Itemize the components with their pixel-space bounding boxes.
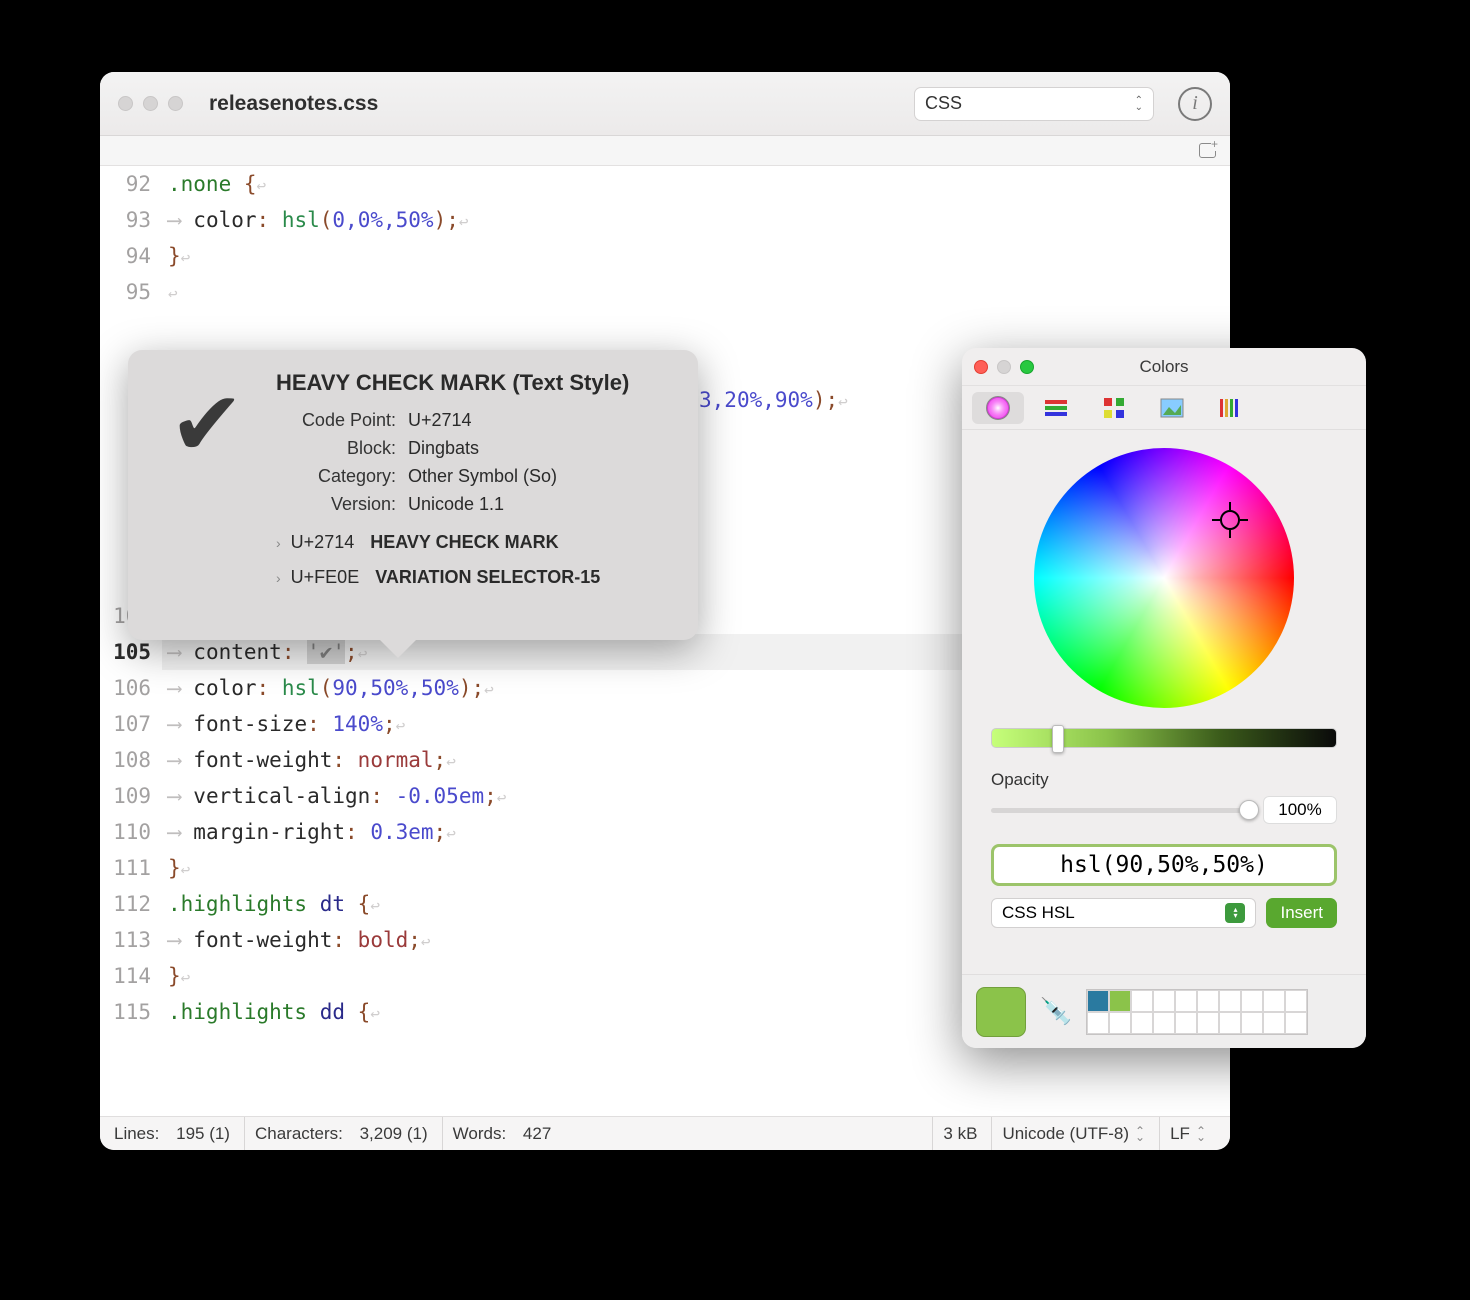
traffic-lights (118, 96, 183, 111)
character-info-popover: ✔ HEAVY CHECK MARK (Text Style) Code Poi… (128, 350, 698, 640)
opacity-thumb[interactable] (1239, 800, 1259, 820)
swatch-empty[interactable] (1285, 1012, 1307, 1034)
swatch-empty[interactable] (1219, 990, 1241, 1012)
color-value-field[interactable]: hsl(90,50%,50%) (991, 844, 1337, 886)
swatch-empty[interactable] (1263, 1012, 1285, 1034)
encoding-select[interactable]: Unicode (UTF-8) ⌃⌄ (991, 1117, 1155, 1150)
close-icon[interactable] (118, 96, 133, 111)
status-lines: Lines: 195 (1) (114, 1117, 240, 1150)
chevron-up-down-icon: ⌃⌄ (1196, 1128, 1206, 1140)
tab-palettes[interactable] (1088, 392, 1140, 424)
swatch-saved-2[interactable] (1109, 990, 1131, 1012)
chevron-up-down-icon: ⌃⌄ (1135, 97, 1143, 111)
tab-pencils[interactable] (1204, 392, 1256, 424)
zoom-icon[interactable] (168, 96, 183, 111)
swatch-empty[interactable] (1131, 990, 1153, 1012)
chevron-right-icon: › (276, 535, 281, 551)
current-color-swatch[interactable] (976, 987, 1026, 1037)
component-char-1[interactable]: › U+2714 HEAVY CHECK MARK (276, 532, 674, 553)
tab-color-wheel[interactable] (972, 392, 1024, 424)
document-title: releasenotes.css (209, 92, 904, 116)
info-button[interactable]: i (1178, 87, 1212, 121)
swatch-empty[interactable] (1087, 1012, 1109, 1034)
insert-button[interactable]: Insert (1266, 898, 1337, 928)
color-wheel[interactable] (1034, 448, 1294, 708)
language-select[interactable]: CSS ⌃⌄ (914, 87, 1154, 121)
color-wheel-cursor[interactable] (1220, 510, 1240, 530)
tab-sliders[interactable] (1030, 392, 1082, 424)
opacity-label: Opacity (991, 770, 1337, 790)
language-select-value: CSS (925, 93, 962, 114)
panel-title: Colors (962, 357, 1366, 377)
swatch-empty[interactable] (1285, 990, 1307, 1012)
swatch-grid (1086, 989, 1308, 1035)
swatch-empty[interactable] (1153, 990, 1175, 1012)
swatch-empty[interactable] (1263, 990, 1285, 1012)
opacity-slider[interactable] (991, 808, 1253, 813)
statusbar: Lines: 195 (1) Characters: 3,209 (1) Wor… (100, 1116, 1230, 1150)
line-number-gutter: 92939495 104105106107 108109110111 11211… (100, 166, 162, 1116)
picker-mode-tabs (962, 386, 1366, 430)
brightness-slider[interactable] (991, 728, 1337, 748)
swatch-empty[interactable] (1197, 1012, 1219, 1034)
tab-bar (100, 136, 1230, 166)
swatch-empty[interactable] (1219, 1012, 1241, 1034)
chevron-up-down-icon: ⌃⌄ (1135, 1128, 1145, 1140)
eyedropper-icon[interactable]: 💉 (1040, 996, 1072, 1027)
image-icon (1159, 395, 1185, 421)
status-characters: Characters: 3,209 (1) (244, 1117, 438, 1150)
swatch-empty[interactable] (1153, 1012, 1175, 1034)
status-filesize: 3 kB (932, 1117, 987, 1150)
chevron-right-icon: › (276, 570, 281, 586)
swatch-empty[interactable] (1109, 1012, 1131, 1034)
line-ending-select[interactable]: LF ⌃⌄ (1159, 1117, 1216, 1150)
color-wheel-icon (985, 395, 1011, 421)
swatch-empty[interactable] (1197, 990, 1219, 1012)
chevron-up-down-icon: ▴▾ (1225, 903, 1245, 923)
status-words: Words: 427 (442, 1117, 562, 1150)
colors-titlebar: Colors (962, 348, 1366, 386)
minimize-icon[interactable] (143, 96, 158, 111)
palette-icon (1101, 395, 1127, 421)
brightness-thumb[interactable] (1052, 725, 1064, 753)
swatch-empty[interactable] (1175, 1012, 1197, 1034)
colors-footer: 💉 (962, 974, 1366, 1048)
character-name: HEAVY CHECK MARK (Text Style) (276, 370, 674, 396)
color-format-select[interactable]: CSS HSL ▴▾ (991, 898, 1256, 928)
swatch-empty[interactable] (1241, 1012, 1263, 1034)
colors-panel: Colors Opacity (962, 348, 1366, 1048)
add-tab-icon[interactable] (1199, 143, 1216, 158)
swatch-saved-1[interactable] (1087, 990, 1109, 1012)
swatch-empty[interactable] (1175, 990, 1197, 1012)
opacity-field[interactable] (1263, 796, 1337, 824)
titlebar: releasenotes.css CSS ⌃⌄ i (100, 72, 1230, 136)
sliders-icon (1043, 395, 1069, 421)
swatch-empty[interactable] (1241, 990, 1263, 1012)
tab-image[interactable] (1146, 392, 1198, 424)
component-char-2[interactable]: › U+FE0E VARIATION SELECTOR-15 (276, 567, 674, 588)
swatch-empty[interactable] (1131, 1012, 1153, 1034)
pencils-icon (1217, 395, 1243, 421)
glyph-preview: ✔ (152, 370, 262, 620)
